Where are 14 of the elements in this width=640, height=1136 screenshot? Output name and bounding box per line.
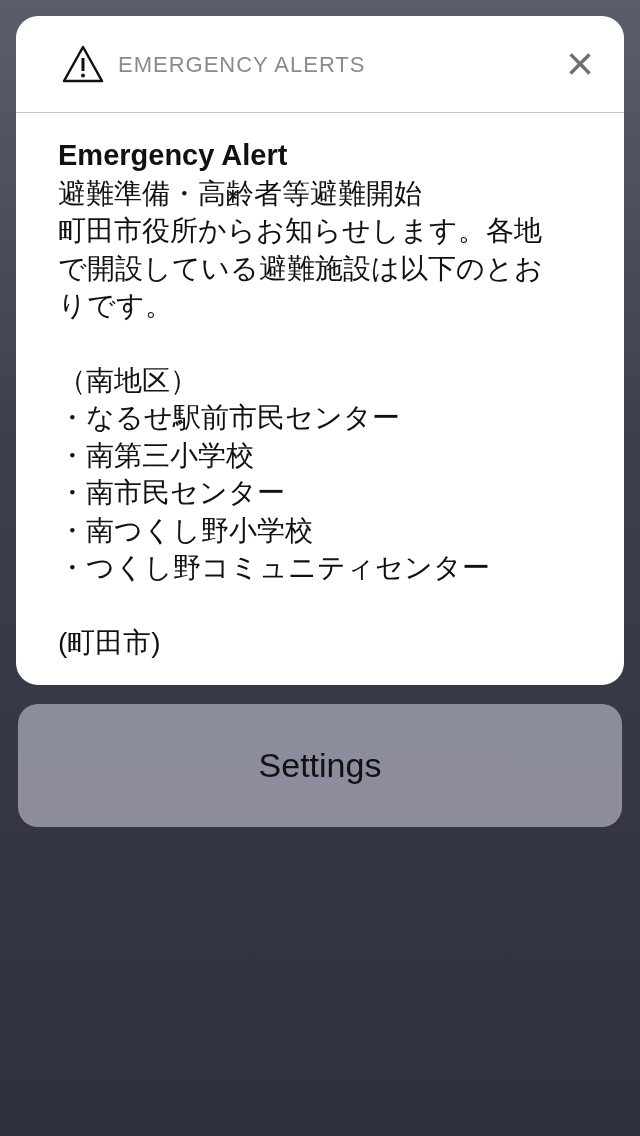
app-name: EMERGENCY ALERTS [118,50,366,79]
alert-title: Emergency Alert [58,138,289,173]
facility-item: ・つくし野コミュニティセンター [58,551,491,585]
settings-button[interactable]: Settings [18,704,622,827]
alert-source: (町田市) [58,625,162,660]
close-button[interactable]: × [565,44,594,84]
facility-item: ・南第三小学校 [58,438,255,473]
district-label: （南地区） [58,363,199,398]
warning-icon [62,45,104,83]
facility-item: ・南市民センター [58,476,286,510]
facility-item: ・なるせ駅前市民センター [58,401,401,435]
alert-subtitle: 避難準備・高齢者等避難開始 [58,176,423,211]
facility-item: ・南つくし野小学校 [58,513,314,548]
alert-message: 町田市役所からお知らせします。各地で開設している避難施設は以下のとおりです。 [58,214,544,323]
